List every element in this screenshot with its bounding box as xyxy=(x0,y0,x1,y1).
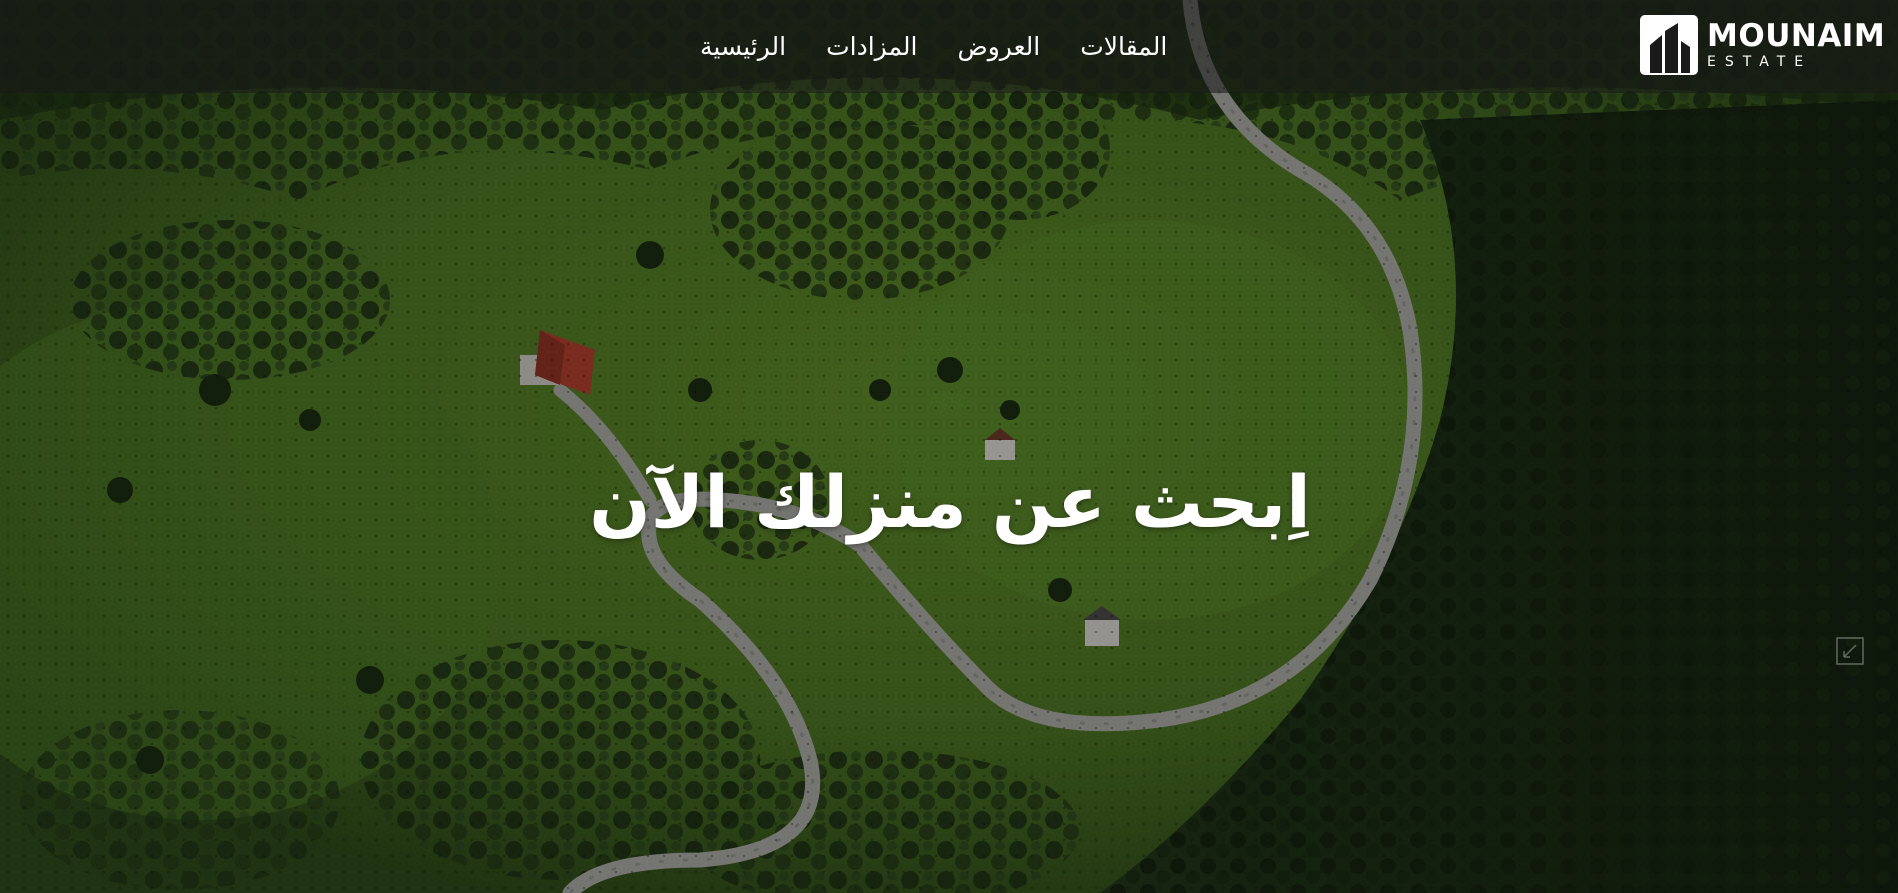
hero-headline: اِبحث عن منزلك الآن xyxy=(589,460,1311,545)
nav-item-auctions[interactable]: المزادات xyxy=(826,32,917,61)
logo-text: MOUNAIM ESTATE xyxy=(1707,18,1886,70)
main-nav: الرئيسية المزادات العروض المقالات xyxy=(700,0,1200,93)
expand-icon[interactable] xyxy=(1836,637,1864,665)
nav-item-articles[interactable]: المقالات xyxy=(1080,32,1167,61)
logo-name: MOUNAIM xyxy=(1707,18,1886,54)
nav-item-offers[interactable]: العروض xyxy=(957,32,1040,61)
hero-section: الرئيسية المزادات العروض المقالات MOUNAI… xyxy=(0,0,1898,893)
logo-subtitle: ESTATE xyxy=(1707,54,1813,70)
hero-background-image xyxy=(0,0,1898,893)
top-navbar: الرئيسية المزادات العروض المقالات MOUNAI… xyxy=(0,0,1898,93)
nav-item-home[interactable]: الرئيسية xyxy=(700,32,786,61)
brand-logo[interactable]: MOUNAIM ESTATE xyxy=(1640,15,1885,75)
building-logo-icon xyxy=(1640,15,1698,75)
